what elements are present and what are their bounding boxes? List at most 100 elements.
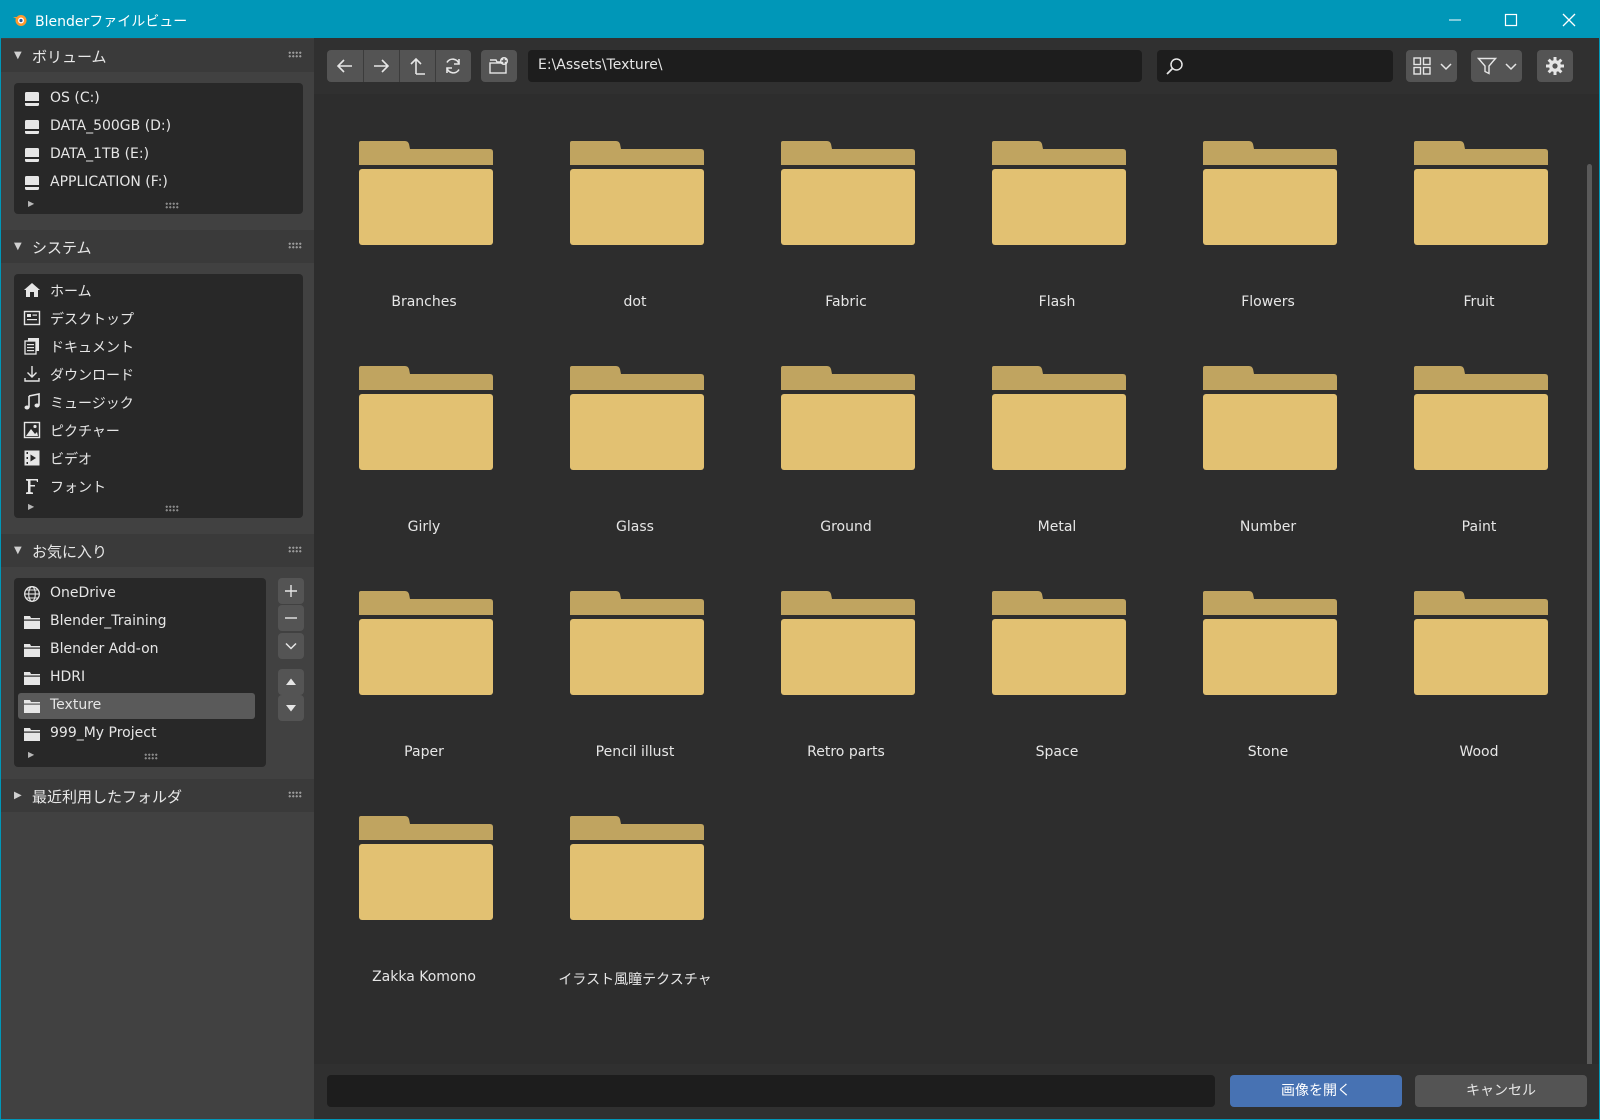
drive-icon xyxy=(23,174,41,192)
chevron-down-icon xyxy=(1440,63,1452,71)
system-item-videos[interactable]: ビデオ xyxy=(18,445,299,471)
system-item-documents[interactable]: ドキュメント xyxy=(18,333,299,359)
folder-item[interactable]: Fabric xyxy=(756,94,936,310)
move-down-button[interactable] xyxy=(278,695,304,721)
folder-item[interactable]: Number xyxy=(1178,319,1358,535)
folder-item[interactable]: Zakka Komono xyxy=(334,769,514,985)
back-button[interactable] xyxy=(327,50,363,82)
folder-thumbnail-icon xyxy=(359,816,493,920)
folder-icon xyxy=(23,613,41,631)
system-item-music[interactable]: ミュージック xyxy=(18,389,299,415)
favorite-label: Blender_Training xyxy=(50,613,167,629)
favorites-menu-button[interactable] xyxy=(278,633,304,659)
favorites-panel-header[interactable]: ▼ お気に入り xyxy=(1,534,314,567)
forward-button[interactable] xyxy=(363,50,399,82)
drag-handle-icon[interactable] xyxy=(288,242,302,249)
filter-dropdown[interactable] xyxy=(1471,50,1522,82)
system-item-home[interactable]: ホーム xyxy=(18,277,299,303)
arrow-left-icon xyxy=(336,59,352,73)
plus-icon xyxy=(285,585,297,597)
folder-item[interactable]: Flowers xyxy=(1178,94,1358,310)
favorite-item-texture[interactable]: Texture xyxy=(18,693,255,719)
favorite-item-onedrive[interactable]: OneDrive xyxy=(18,581,262,607)
filename-field[interactable] xyxy=(327,1075,1215,1107)
folder-name: Number xyxy=(1239,519,1297,535)
maximize-button[interactable] xyxy=(1484,1,1540,38)
system-item-fonts[interactable]: フォント xyxy=(18,473,299,499)
expand-triangle-icon[interactable]: ▶ xyxy=(28,199,34,208)
refresh-button[interactable] xyxy=(435,50,471,82)
resize-handle-icon[interactable] xyxy=(144,753,158,760)
folder-item[interactable]: Paper xyxy=(334,544,514,760)
folder-item[interactable]: Fruit xyxy=(1389,94,1569,310)
system-item-desktop[interactable]: デスクトップ xyxy=(18,305,299,331)
resize-handle-icon[interactable] xyxy=(165,202,179,209)
folder-item[interactable]: Metal xyxy=(967,319,1147,535)
folder-thumbnail-icon xyxy=(781,141,915,245)
folder-item[interactable]: Girly xyxy=(334,319,514,535)
favorite-item-blender-training[interactable]: Blender_Training xyxy=(18,609,262,635)
favorite-item-blender-addon[interactable]: Blender Add-on xyxy=(18,637,262,663)
new-directory-button[interactable] xyxy=(481,50,517,82)
resize-handle-icon[interactable] xyxy=(165,505,179,512)
remove-favorite-button[interactable] xyxy=(278,605,304,631)
drive-icon xyxy=(23,146,41,164)
system-panel-header[interactable]: ▼ システム xyxy=(1,230,314,263)
drag-handle-icon[interactable] xyxy=(288,546,302,553)
folder-item[interactable]: イラスト風瞳テクスチャ xyxy=(545,769,725,988)
directory-path-text: E:\Assets\Texture\ xyxy=(538,57,663,73)
system-item-downloads[interactable]: ダウンロード xyxy=(18,361,299,387)
expand-triangle-icon[interactable]: ▶ xyxy=(28,750,34,759)
move-up-button[interactable] xyxy=(278,669,304,695)
volume-item-d[interactable]: DATA_500GB (D:) xyxy=(18,114,299,140)
drag-handle-icon[interactable] xyxy=(288,51,302,58)
folder-item[interactable]: Glass xyxy=(545,319,725,535)
recent-panel-header[interactable]: ▶ 最近利用したフォルダ xyxy=(1,779,314,812)
favorite-item-my-project[interactable]: 999_My Project xyxy=(18,721,262,747)
folder-item[interactable]: Ground xyxy=(756,319,936,535)
folder-item[interactable]: Retro parts xyxy=(756,544,936,760)
volumes-panel-header[interactable]: ▼ ボリューム xyxy=(1,39,314,72)
expand-triangle-icon[interactable]: ▶ xyxy=(28,502,34,511)
drag-handle-icon[interactable] xyxy=(288,791,302,798)
parent-directory-button[interactable] xyxy=(399,50,435,82)
folder-item[interactable]: Flash xyxy=(967,94,1147,310)
folder-name: Branches xyxy=(391,294,457,310)
folder-item[interactable]: Branches xyxy=(334,94,514,310)
folder-item[interactable]: Paint xyxy=(1389,319,1569,535)
volume-label: DATA_500GB (D:) xyxy=(50,118,172,134)
system-item-pictures[interactable]: ピクチャー xyxy=(18,417,299,443)
folder-thumbnail-icon xyxy=(992,366,1126,470)
volumes-panel-title: ボリューム xyxy=(32,48,107,66)
folder-name: Pencil illust xyxy=(595,744,675,760)
file-browser-window: Blenderファイルビュー ▼ ボリューム OS (C:) DATA_500G… xyxy=(0,0,1600,1120)
directory-path-field[interactable]: E:\Assets\Texture\ xyxy=(528,50,1142,82)
close-icon xyxy=(1562,13,1576,27)
folder-item[interactable]: Space xyxy=(967,544,1147,760)
desktop-icon xyxy=(23,309,41,327)
volume-item-f[interactable]: APPLICATION (F:) xyxy=(18,170,299,196)
pictures-icon xyxy=(23,421,41,439)
filter-funnel-icon xyxy=(1477,57,1497,75)
favorite-item-hdri[interactable]: HDRI xyxy=(18,665,262,691)
folder-item[interactable]: Wood xyxy=(1389,544,1569,760)
add-favorite-button[interactable] xyxy=(278,578,304,604)
new-folder-icon xyxy=(489,57,508,74)
volume-item-e[interactable]: DATA_1TB (E:) xyxy=(18,142,299,168)
volume-item-c[interactable]: OS (C:) xyxy=(18,86,299,112)
folder-item[interactable]: Stone xyxy=(1178,544,1358,760)
settings-button[interactable] xyxy=(1537,50,1573,82)
folder-item[interactable]: Pencil illust xyxy=(545,544,725,760)
close-button[interactable] xyxy=(1542,1,1598,38)
folder-name: Paint xyxy=(1461,519,1497,535)
open-image-button[interactable]: 画像を開く xyxy=(1230,1075,1402,1107)
folder-item[interactable]: dot xyxy=(545,94,725,310)
display-mode-dropdown[interactable] xyxy=(1406,50,1457,82)
vertical-scrollbar[interactable] xyxy=(1587,164,1592,1104)
new-folder-button-inner[interactable] xyxy=(481,50,517,82)
arrow-right-icon xyxy=(374,59,390,73)
search-icon xyxy=(1166,58,1183,75)
minimize-button[interactable] xyxy=(1428,1,1484,38)
search-input[interactable] xyxy=(1157,50,1393,82)
cancel-button[interactable]: キャンセル xyxy=(1415,1075,1587,1107)
